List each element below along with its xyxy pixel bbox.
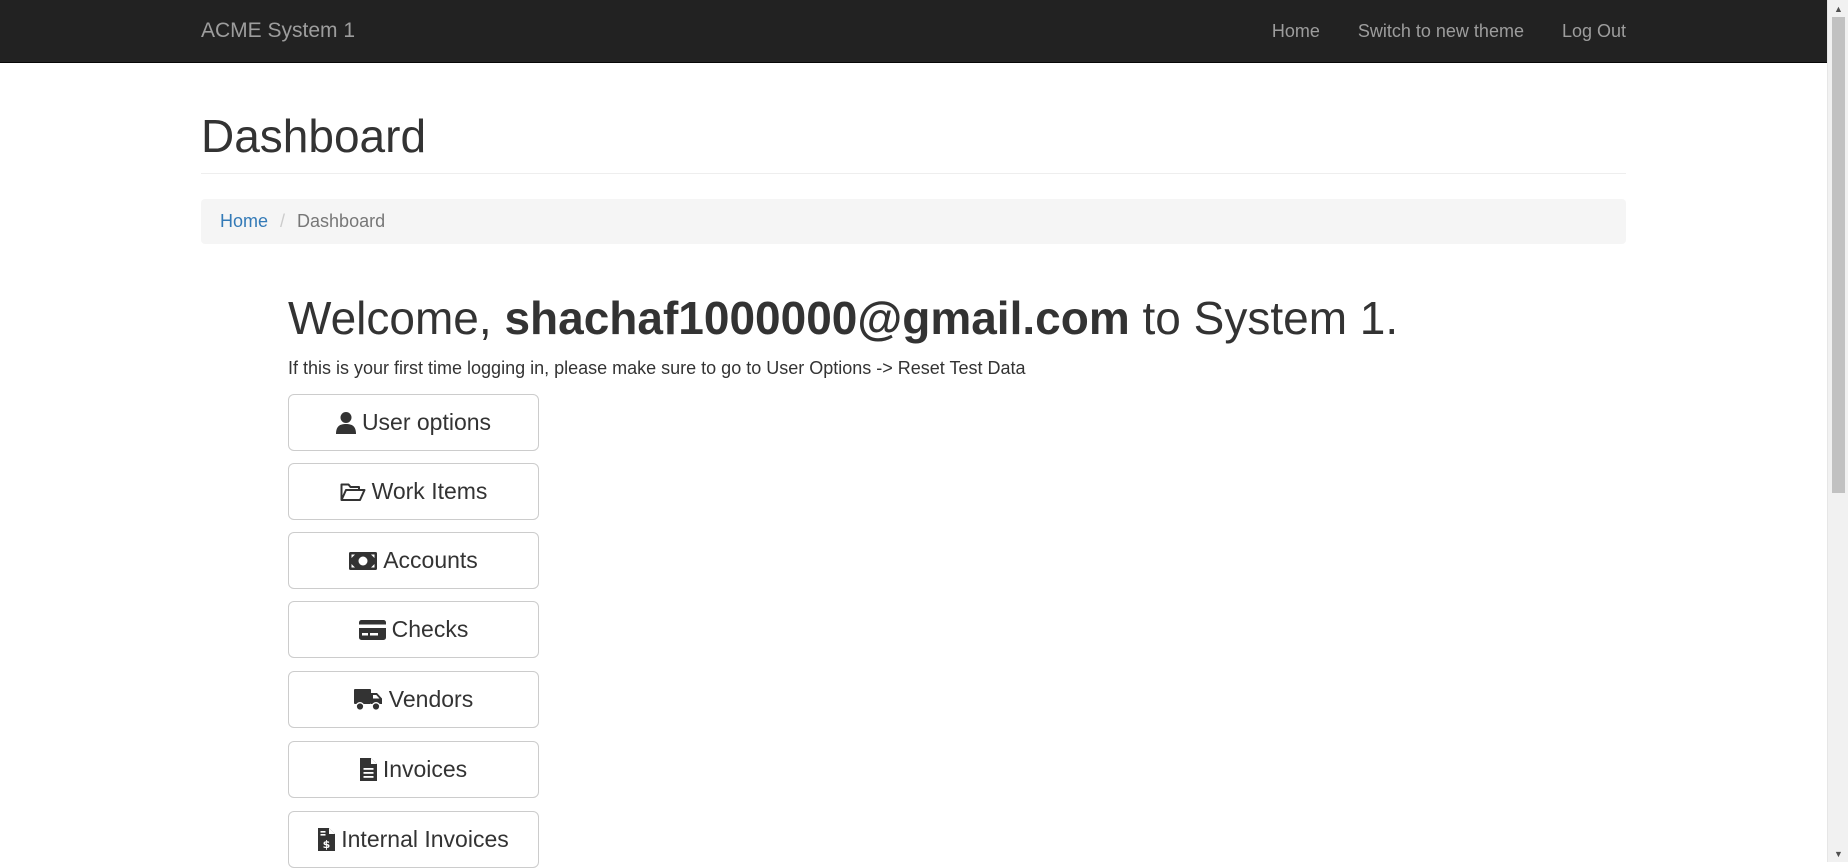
money-bill-icon <box>349 551 378 570</box>
scroll-down-arrow-icon[interactable]: ▼ <box>1828 845 1848 862</box>
svg-text:$: $ <box>323 838 331 851</box>
user-options-button[interactable]: User options <box>288 394 539 451</box>
page-title: Dashboard <box>201 110 427 162</box>
page-scrollbar[interactable]: ▲ ▼ <box>1827 0 1848 862</box>
nav-links: Home Switch to new theme Log Out <box>1272 0 1626 63</box>
nav-home-link[interactable]: Home <box>1272 21 1320 42</box>
work-items-label: Work Items <box>371 478 488 504</box>
top-navbar: ACME System 1 Home Switch to new theme L… <box>0 0 1827 63</box>
welcome-suffix: to System 1. <box>1129 292 1399 344</box>
nav-switch-theme-link[interactable]: Switch to new theme <box>1358 21 1524 42</box>
file-alt-icon <box>359 758 377 781</box>
welcome-prefix: Welcome, <box>288 292 505 344</box>
scroll-thumb[interactable] <box>1832 17 1845 493</box>
welcome-email: shachaf1000000@gmail.com <box>504 292 1130 344</box>
breadcrumb-home-link[interactable]: Home <box>220 211 268 232</box>
breadcrumb-current: Dashboard <box>297 211 386 231</box>
brand-link[interactable]: ACME System 1 <box>201 19 355 43</box>
breadcrumb-separator: / <box>280 211 286 231</box>
invoices-button[interactable]: Invoices <box>288 741 539 798</box>
internal-invoices-label: Internal Invoices <box>341 826 509 852</box>
vendors-button[interactable]: Vendors <box>288 671 539 728</box>
checks-label: Checks <box>391 616 469 642</box>
user-options-label: User options <box>361 409 492 435</box>
truck-icon <box>353 688 383 711</box>
internal-invoices-button[interactable]: $ Internal Invoices <box>288 811 539 868</box>
scroll-up-arrow-icon[interactable]: ▲ <box>1828 0 1848 17</box>
invoices-label: Invoices <box>382 756 468 782</box>
folder-open-icon <box>340 482 366 502</box>
file-invoice-dollar-icon: $ <box>318 828 336 851</box>
first-login-hint: If this is your first time logging in, p… <box>288 358 1026 378</box>
accounts-button[interactable]: Accounts <box>288 532 539 589</box>
vendors-label: Vendors <box>388 686 474 712</box>
credit-card-icon <box>358 619 386 640</box>
user-icon <box>335 411 356 434</box>
title-divider <box>201 173 1626 174</box>
welcome-heading: Welcome, shachaf1000000@gmail.com to Sys… <box>288 290 1398 346</box>
work-items-button[interactable]: Work Items <box>288 463 539 520</box>
nav-logout-link[interactable]: Log Out <box>1562 21 1626 42</box>
breadcrumb: Home / Dashboard <box>201 199 1626 244</box>
accounts-label: Accounts <box>383 547 478 573</box>
checks-button[interactable]: Checks <box>288 601 539 658</box>
